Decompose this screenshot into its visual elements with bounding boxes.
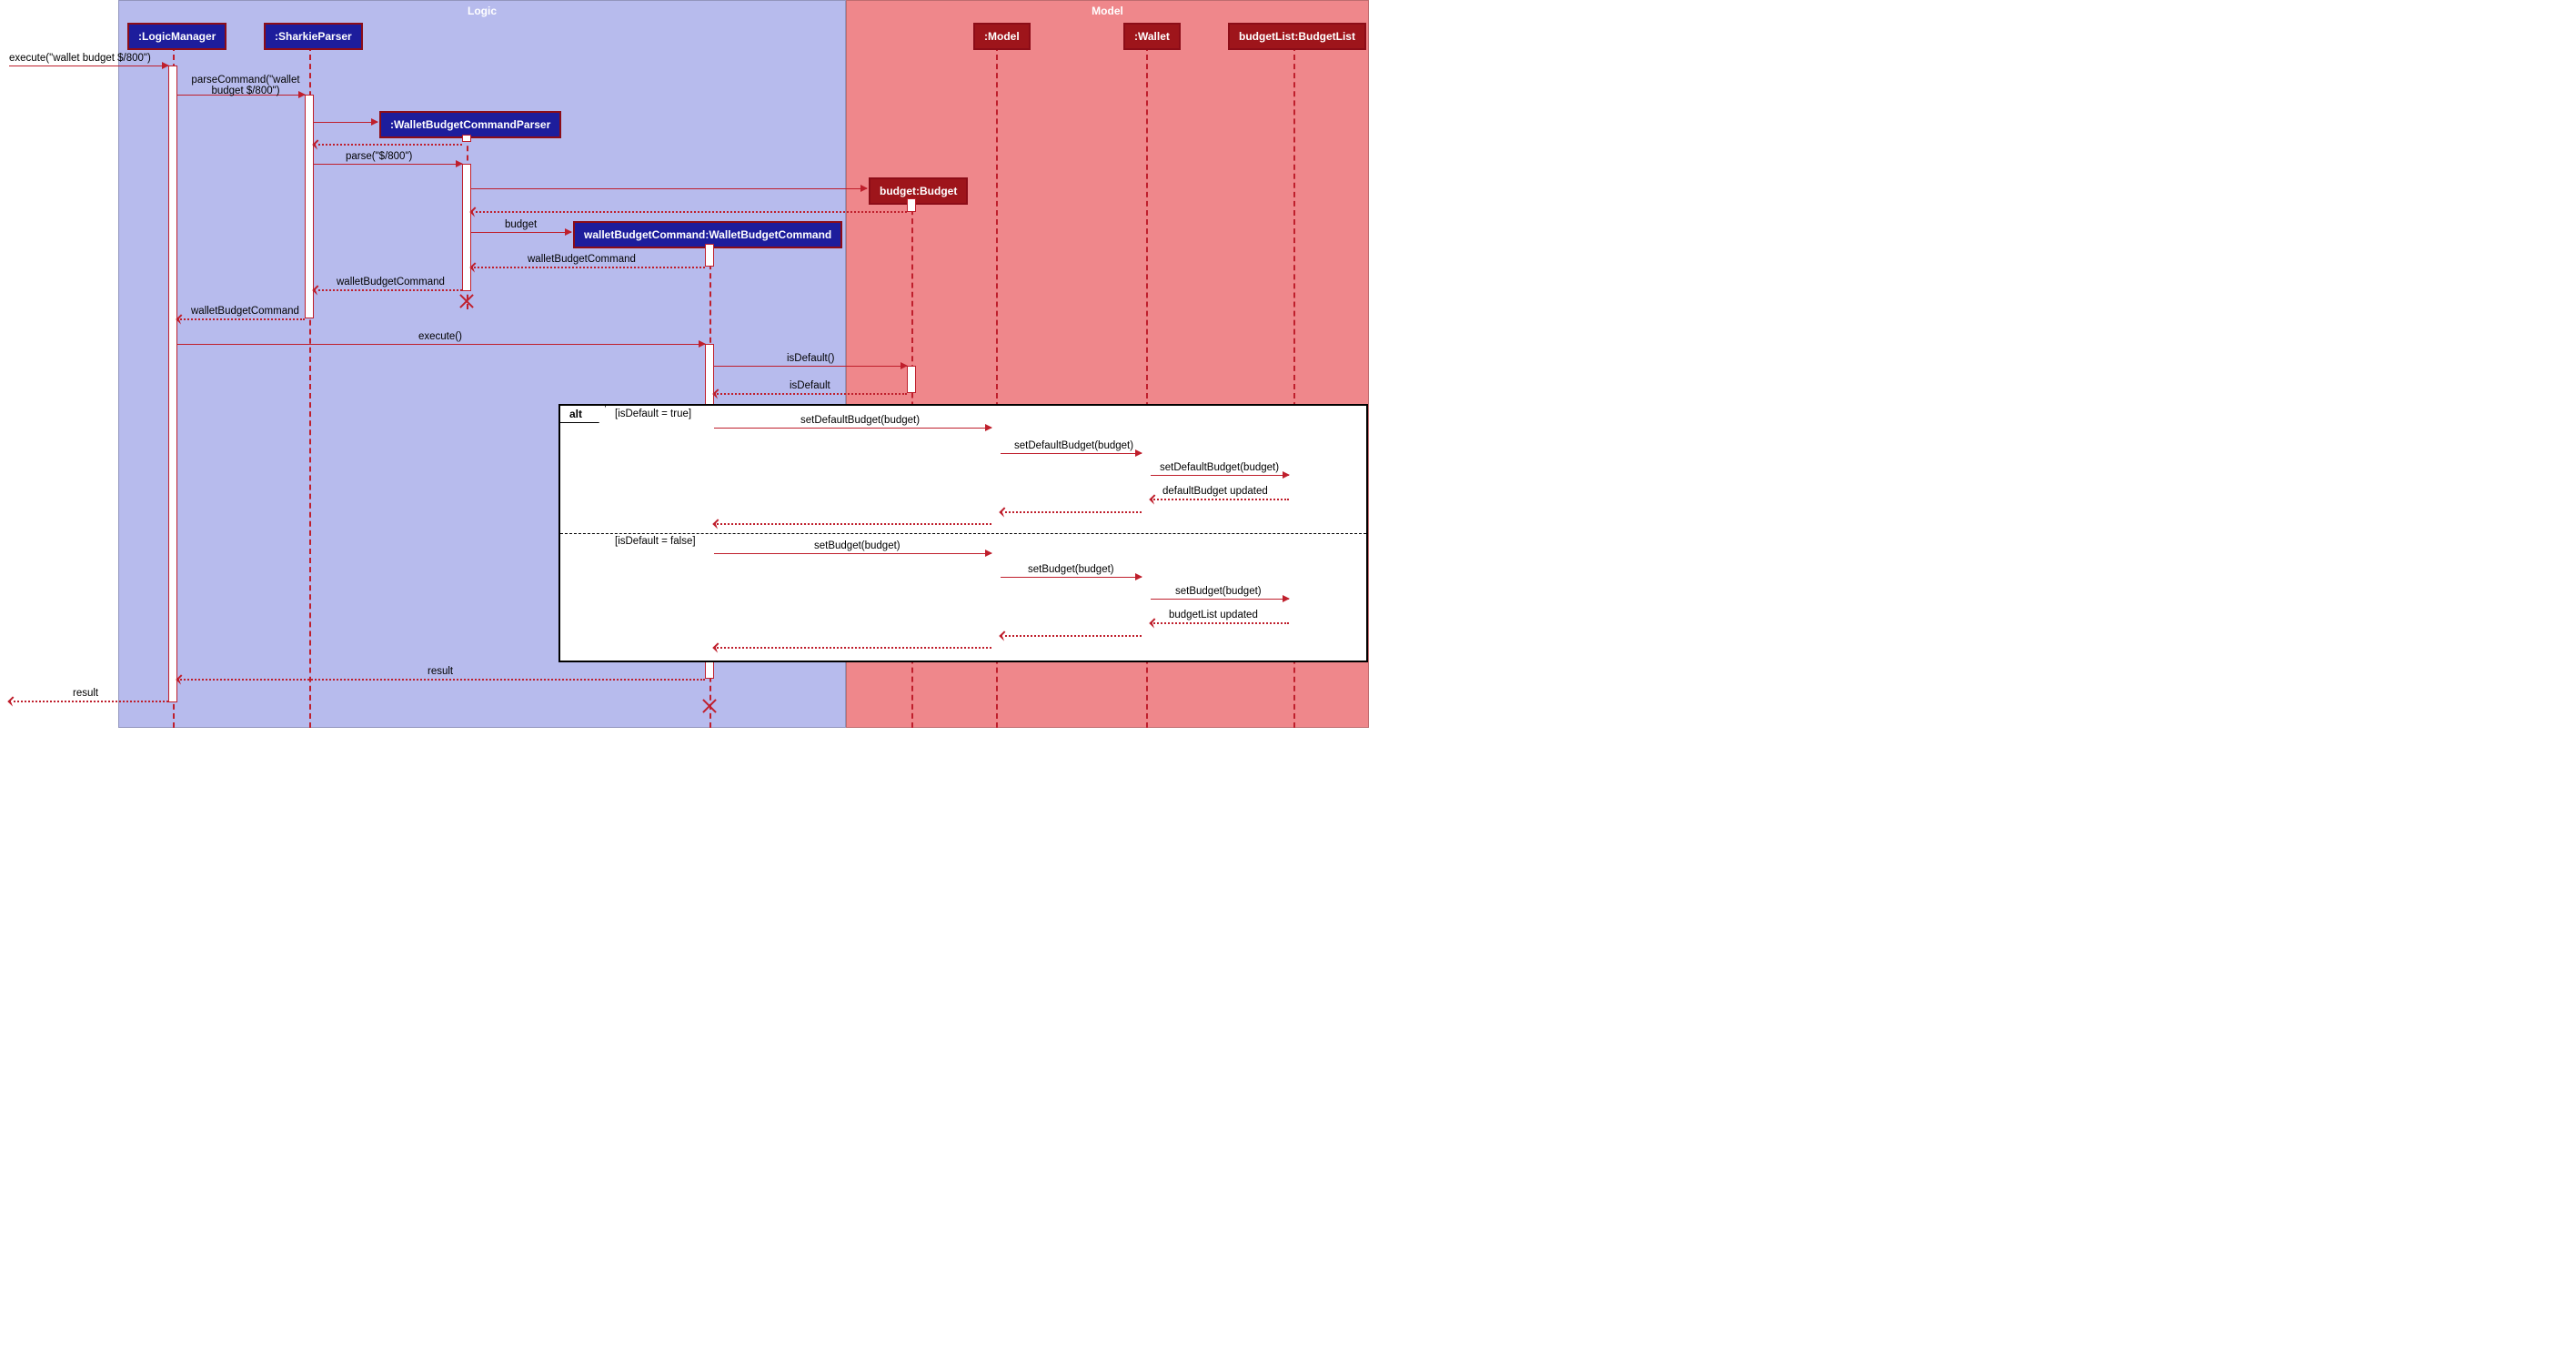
label-return-isdefault: isDefault (790, 380, 830, 391)
label-return-wbc1: walletBudgetCommand (528, 254, 636, 265)
activation-sharkieparser (305, 95, 314, 318)
participant-wallet: :Wallet (1123, 23, 1181, 50)
label-return-wbc2: walletBudgetCommand (337, 277, 445, 288)
msg-parse (314, 164, 462, 165)
msg-create-wbcp (314, 122, 377, 123)
msg-return-wallet-setbudget (1001, 635, 1142, 637)
msg-return-wbc-parse (471, 267, 705, 268)
msg-setbudget-bl (1151, 599, 1289, 600)
alt-header: alt (560, 406, 606, 423)
msg-return-budget-create (471, 211, 907, 213)
msg-return-defaultupdated (1151, 499, 1289, 500)
msg-setdefault-bl (1151, 475, 1289, 476)
msg-return-model-default (714, 523, 991, 525)
msg-execute (177, 344, 705, 345)
participant-model: :Model (973, 23, 1031, 50)
msg-return-wbc-lm (177, 318, 305, 320)
msg-setbudget-model (714, 553, 991, 554)
label-execute-in: execute("wallet budget $/800") (9, 53, 151, 64)
participant-logicmanager: :LogicManager (127, 23, 226, 50)
msg-return-isdefault (714, 393, 907, 395)
msg-budget-create-wbc (471, 232, 571, 233)
label-setdefault-wallet: setDefaultBudget(budget) (1014, 440, 1133, 451)
label-setdefault-model: setDefaultBudget(budget) (800, 415, 920, 426)
participant-budgetlist: budgetList:BudgetList (1228, 23, 1366, 50)
msg-create-budget (471, 188, 867, 189)
msg-result-out (9, 701, 168, 702)
destroy-wbcp (459, 294, 474, 308)
msg-result-lm (177, 679, 705, 681)
label-return-wbc3: walletBudgetCommand (191, 306, 299, 317)
label-execute: execute() (418, 331, 462, 342)
msg-return-wallet-default (1001, 511, 1142, 513)
label-setbudget-model: setBudget(budget) (814, 540, 901, 551)
alt-guard-false: [isDefault = false] (615, 536, 696, 547)
label-parsecommand: parseCommand("wallet budget $/800") (186, 75, 305, 96)
msg-isdefault (714, 366, 907, 367)
label-parse: parse("$/800") (346, 151, 412, 162)
activation-wbcp-create (462, 135, 471, 142)
activation-logicmanager (168, 66, 177, 702)
activation-wbc-create (705, 244, 714, 267)
participant-sharkieparser: :SharkieParser (264, 23, 363, 50)
msg-setdefault-wallet (1001, 453, 1142, 454)
label-setdefault-bl: setDefaultBudget(budget) (1160, 462, 1279, 473)
alt-divider (560, 533, 1366, 534)
label-defaultupdated: defaultBudget updated (1162, 486, 1268, 497)
activation-budget-isdefault (907, 366, 916, 393)
label-budget: budget (505, 219, 537, 230)
msg-return-wbcp (314, 144, 462, 146)
region-model-title: Model (847, 1, 1368, 21)
msg-return-model-setbudget (714, 647, 991, 649)
msg-return-blupdated (1151, 622, 1289, 624)
sequence-diagram: Logic Model :LogicManager :SharkieParser… (0, 0, 1372, 728)
label-isdefault: isDefault() (787, 353, 834, 364)
activation-wbcp-parse (462, 164, 471, 291)
activation-budget (907, 198, 916, 212)
msg-setdefault-model (714, 428, 991, 429)
participant-budget: budget:Budget (869, 177, 968, 205)
label-setbudget-wallet: setBudget(budget) (1028, 564, 1114, 575)
alt-guard-true: [isDefault = true] (615, 409, 691, 419)
label-blupdated: budgetList updated (1169, 610, 1258, 620)
label-result1: result (428, 666, 453, 677)
region-logic-title: Logic (119, 1, 845, 21)
msg-setbudget-wallet (1001, 577, 1142, 578)
msg-return-wbc-sharkie (314, 289, 462, 291)
label-result2: result (73, 688, 98, 699)
destroy-wbc (702, 699, 717, 713)
label-setbudget-bl: setBudget(budget) (1175, 586, 1262, 597)
